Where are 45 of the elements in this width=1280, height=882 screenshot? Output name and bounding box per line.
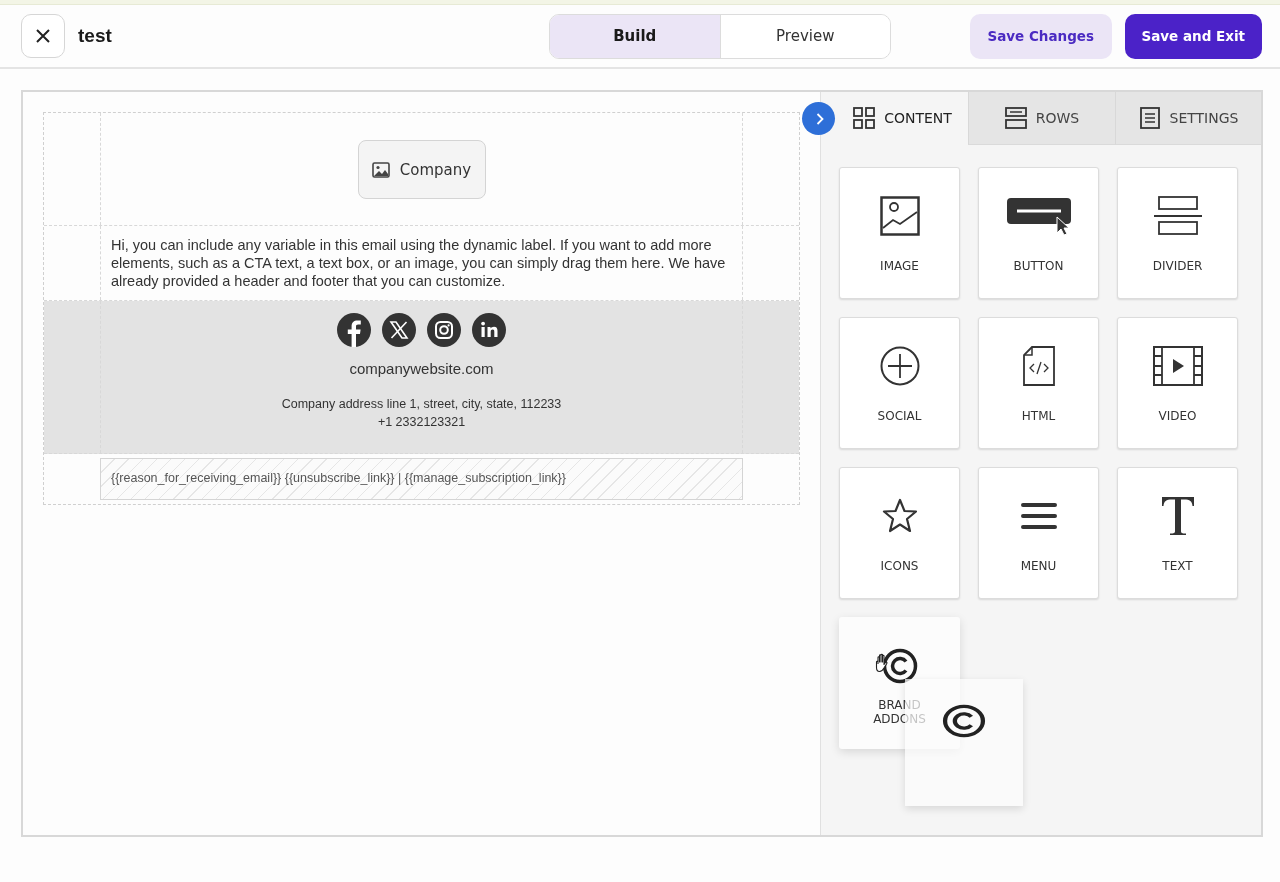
linkedin-icon	[471, 312, 507, 348]
code-file-icon	[1022, 346, 1055, 386]
content-block[interactable]: IMAGE	[839, 167, 960, 299]
menu-icon	[1020, 502, 1057, 530]
logo-placeholder[interactable]: Company	[357, 140, 486, 199]
body-text: Hi, you can include any variable in this email using the dynamic label. If you want to add more elements, such as a CTA text, a text box, or an image, you can simply drag them here. We have already provided a header and footer that you can customize.	[110, 236, 727, 291]
close-icon	[36, 29, 50, 43]
image-icon	[371, 161, 390, 178]
divider-icon	[1152, 196, 1203, 236]
address-text: Company address line 1, street, city, state, 112233	[281, 396, 562, 413]
content-block[interactable]: MENU	[978, 467, 1099, 599]
content-block[interactable]: ICONS	[839, 467, 960, 599]
chevron-right-icon	[815, 112, 824, 125]
unsubscribe-text: {{reason_for_receiving_email}} {{unsubscribe_link}} | {{manage_subscription_link}}	[100, 458, 743, 500]
content-block[interactable]: TEXT	[1117, 467, 1238, 599]
content-block[interactable]: HTML	[978, 317, 1099, 449]
plus-circle-icon	[879, 346, 920, 386]
button-cursor-icon	[1005, 197, 1072, 235]
grid-icon	[853, 107, 876, 129]
logo-label: Company	[399, 160, 472, 179]
mode-tab[interactable]: Preview	[719, 14, 890, 58]
content-block[interactable]: VIDEO	[1117, 317, 1238, 449]
serif-t-icon	[1159, 496, 1196, 536]
panel-tab[interactable]: ROWS	[968, 92, 1115, 145]
instagram-icon	[426, 312, 462, 348]
rows-icon	[1004, 107, 1027, 129]
copyright-icon	[942, 704, 986, 738]
x-logo-icon	[381, 312, 417, 348]
content-block[interactable]: SOCIAL	[839, 317, 960, 449]
settings-icon	[1138, 107, 1161, 129]
content-block[interactable]: DIVIDER	[1117, 167, 1238, 299]
phone-text: +1 2332123321	[377, 414, 466, 431]
close-button[interactable]	[21, 14, 65, 58]
save-and-exit-button[interactable]: Save and Exit	[1124, 13, 1262, 59]
content-block[interactable]: BUTTON	[978, 167, 1099, 299]
template-title: test	[78, 25, 112, 47]
facebook-icon	[336, 312, 372, 348]
save-changes-button[interactable]: Save Changes	[970, 13, 1112, 59]
copyright-icon	[881, 648, 918, 684]
star-icon	[881, 498, 918, 534]
image-icon	[879, 196, 920, 236]
collapse-button[interactable]	[802, 102, 835, 135]
video-film-icon	[1152, 346, 1203, 386]
mode-tab[interactable]: Build	[550, 14, 720, 58]
panel-tab[interactable]: SETTINGS	[1115, 92, 1261, 145]
